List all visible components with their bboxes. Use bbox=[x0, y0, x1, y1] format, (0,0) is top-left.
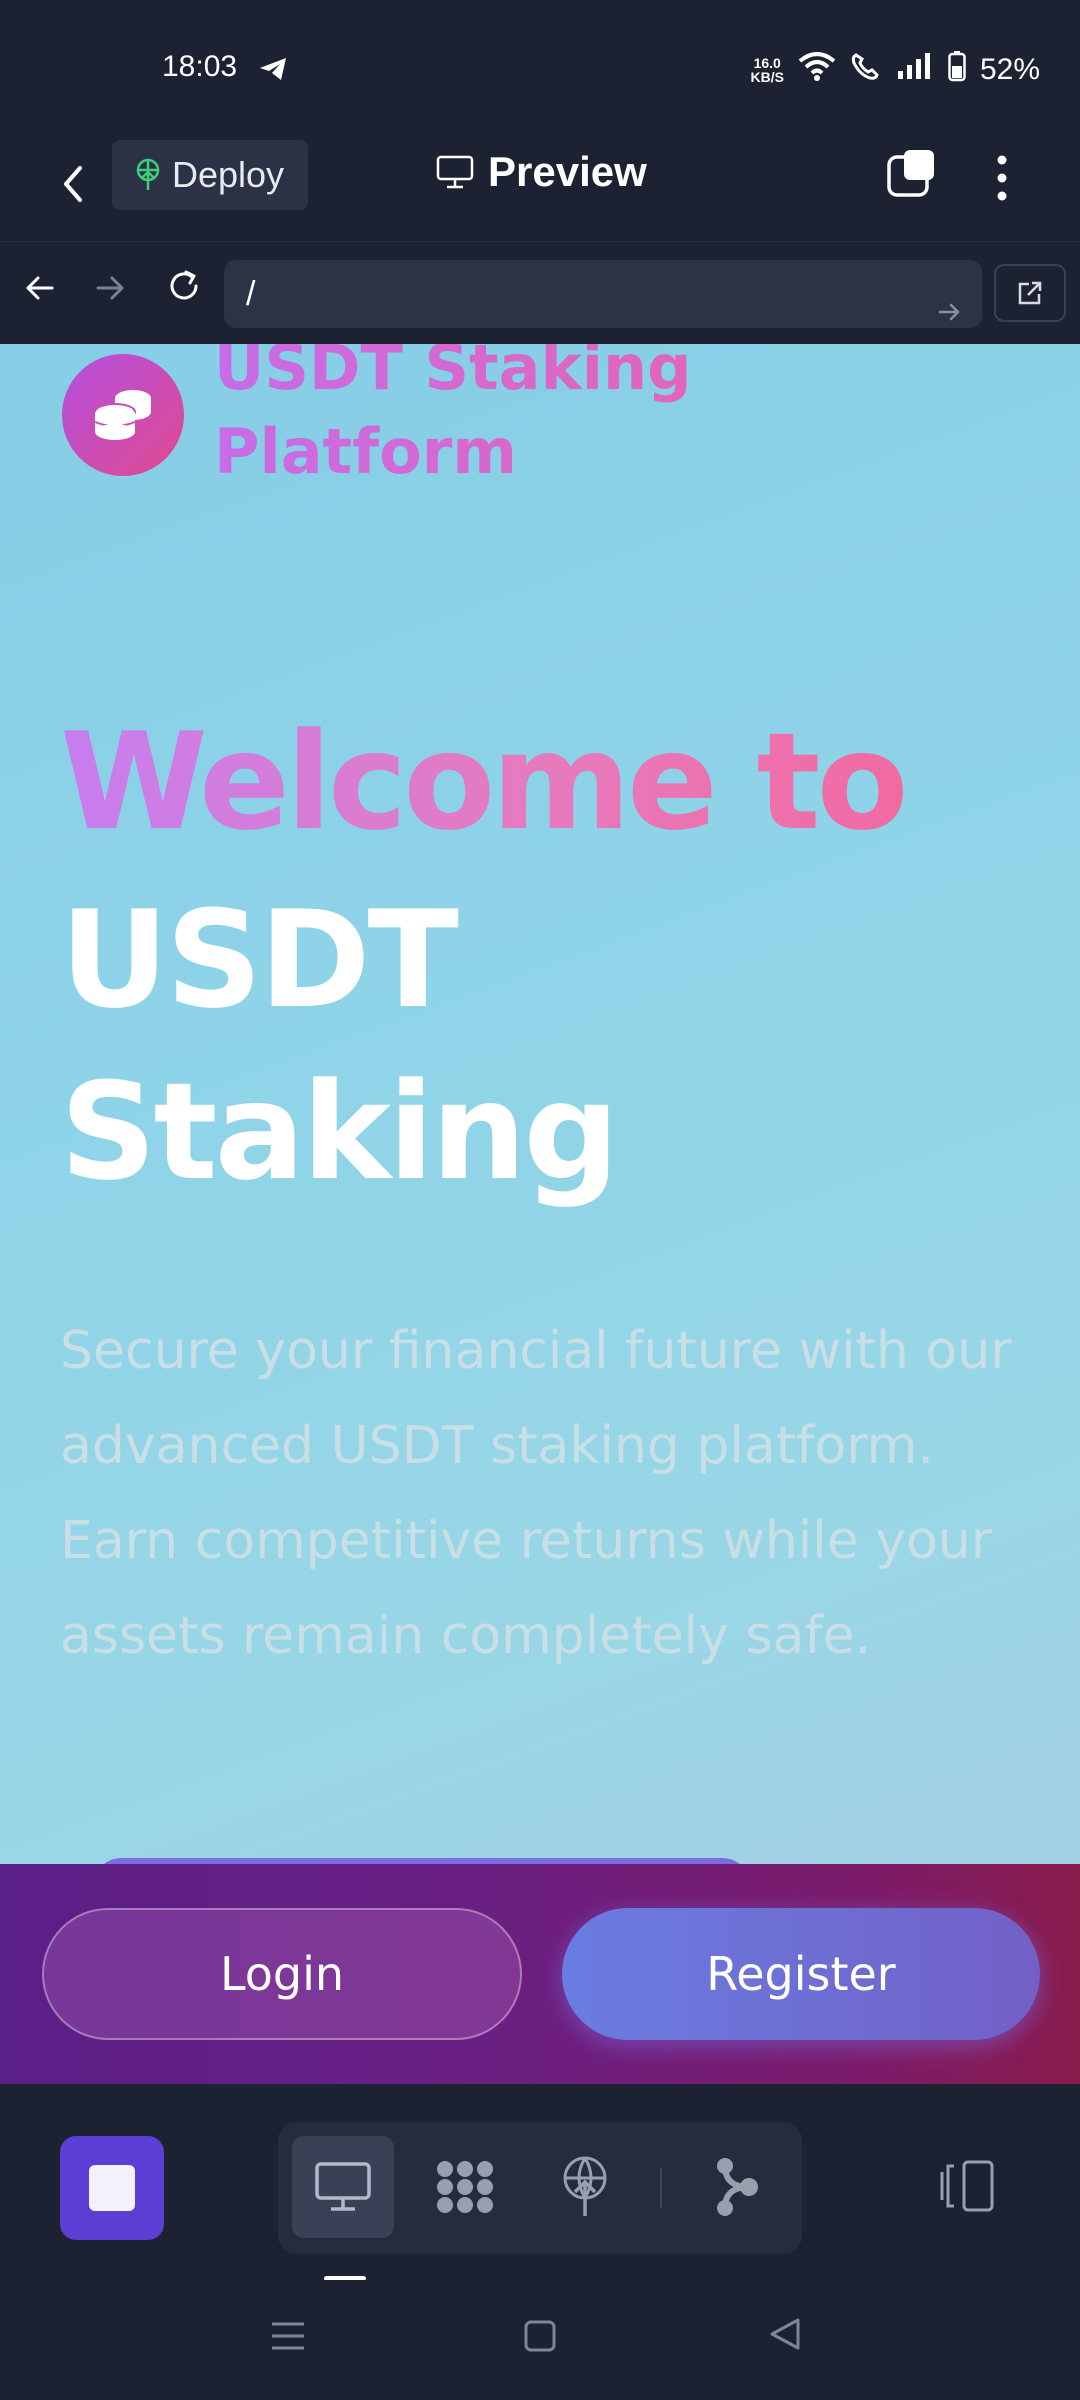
menu-icon bbox=[272, 2322, 304, 2350]
call-icon bbox=[850, 51, 882, 89]
home-square-icon bbox=[524, 2320, 556, 2352]
home-button[interactable] bbox=[520, 2316, 560, 2360]
status-indicators: 16.0 KB/S 52% bbox=[750, 50, 1040, 90]
login-button[interactable]: Login bbox=[42, 1908, 522, 2040]
browser-forward-button[interactable] bbox=[92, 270, 128, 310]
hero-heading-line2: USDT Staking bbox=[60, 882, 619, 1210]
monitor-icon bbox=[315, 2162, 371, 2211]
more-options-button[interactable] bbox=[990, 150, 1014, 206]
deploy-view-button[interactable] bbox=[534, 2136, 636, 2238]
wifi-icon bbox=[798, 51, 836, 89]
android-nav-bar bbox=[0, 2280, 1080, 2400]
cluster-view-button[interactable] bbox=[414, 2136, 516, 2238]
reload-icon bbox=[170, 270, 198, 300]
status-time: 18:03 bbox=[162, 50, 238, 83]
stop-button[interactable] bbox=[60, 2136, 164, 2240]
hero-description: Secure your financial future with our ad… bbox=[60, 1321, 1012, 1666]
preview-view-button[interactable] bbox=[292, 2136, 394, 2238]
browser-url-bar: / bbox=[0, 242, 1080, 344]
stop-icon bbox=[89, 2165, 135, 2211]
deploy-globe-icon bbox=[136, 158, 160, 190]
back-button[interactable] bbox=[52, 154, 92, 214]
preview-label: Preview bbox=[488, 148, 647, 195]
app-header: Deploy Preview bbox=[0, 130, 1080, 242]
recents-button[interactable] bbox=[268, 2316, 308, 2360]
site-name: USDT Staking Platform bbox=[214, 344, 734, 494]
reload-button[interactable] bbox=[164, 266, 204, 310]
deploy-button[interactable]: Deploy bbox=[112, 140, 308, 210]
tabs-icon bbox=[887, 150, 934, 197]
view-switcher bbox=[278, 2122, 802, 2254]
battery-percent: 52% bbox=[979, 53, 1040, 86]
more-vertical-icon bbox=[997, 155, 1007, 201]
auth-bar: Login Register bbox=[0, 1864, 1080, 2084]
url-input[interactable]: / bbox=[224, 260, 982, 328]
chevron-left-icon bbox=[64, 166, 82, 202]
monitor-icon bbox=[436, 155, 474, 189]
hero-heading-line1: Welcome to bbox=[60, 704, 909, 860]
deploy-label: Deploy bbox=[172, 154, 285, 195]
device-toggle-icon bbox=[940, 2160, 994, 2212]
webview-content[interactable]: USDT Staking Platform Welcome to USDT St… bbox=[0, 344, 1080, 1864]
battery-icon bbox=[948, 50, 966, 90]
arrow-right-icon bbox=[938, 303, 960, 321]
telegram-icon bbox=[258, 56, 288, 86]
site-logo bbox=[62, 354, 184, 476]
tabs-button[interactable] bbox=[886, 148, 938, 200]
divider bbox=[660, 2168, 662, 2208]
url-text: / bbox=[246, 275, 256, 313]
system-back-button[interactable] bbox=[766, 2314, 806, 2358]
device-toggle-button[interactable] bbox=[938, 2160, 998, 2216]
signal-icon bbox=[896, 51, 934, 89]
open-external-button[interactable] bbox=[994, 264, 1066, 322]
external-link-icon bbox=[1018, 281, 1042, 305]
cluster-icon bbox=[437, 2161, 493, 2213]
branch-icon bbox=[717, 2158, 758, 2216]
arrow-right-icon bbox=[96, 276, 124, 300]
browser-back-button[interactable] bbox=[22, 270, 58, 310]
preview-title: Preview bbox=[436, 148, 647, 196]
coins-icon bbox=[94, 390, 151, 440]
register-button[interactable]: Register bbox=[562, 1908, 1040, 2040]
deploy-globe-icon bbox=[563, 2156, 607, 2216]
arrow-left-icon bbox=[26, 276, 54, 300]
branch-view-button[interactable] bbox=[686, 2136, 788, 2238]
network-speed: 16.0 KB/S bbox=[750, 55, 784, 85]
triangle-back-icon bbox=[770, 2318, 800, 2350]
status-bar: 18:03 16.0 KB/S 52% bbox=[0, 0, 1080, 130]
bottom-toolbar bbox=[0, 2084, 1080, 2281]
